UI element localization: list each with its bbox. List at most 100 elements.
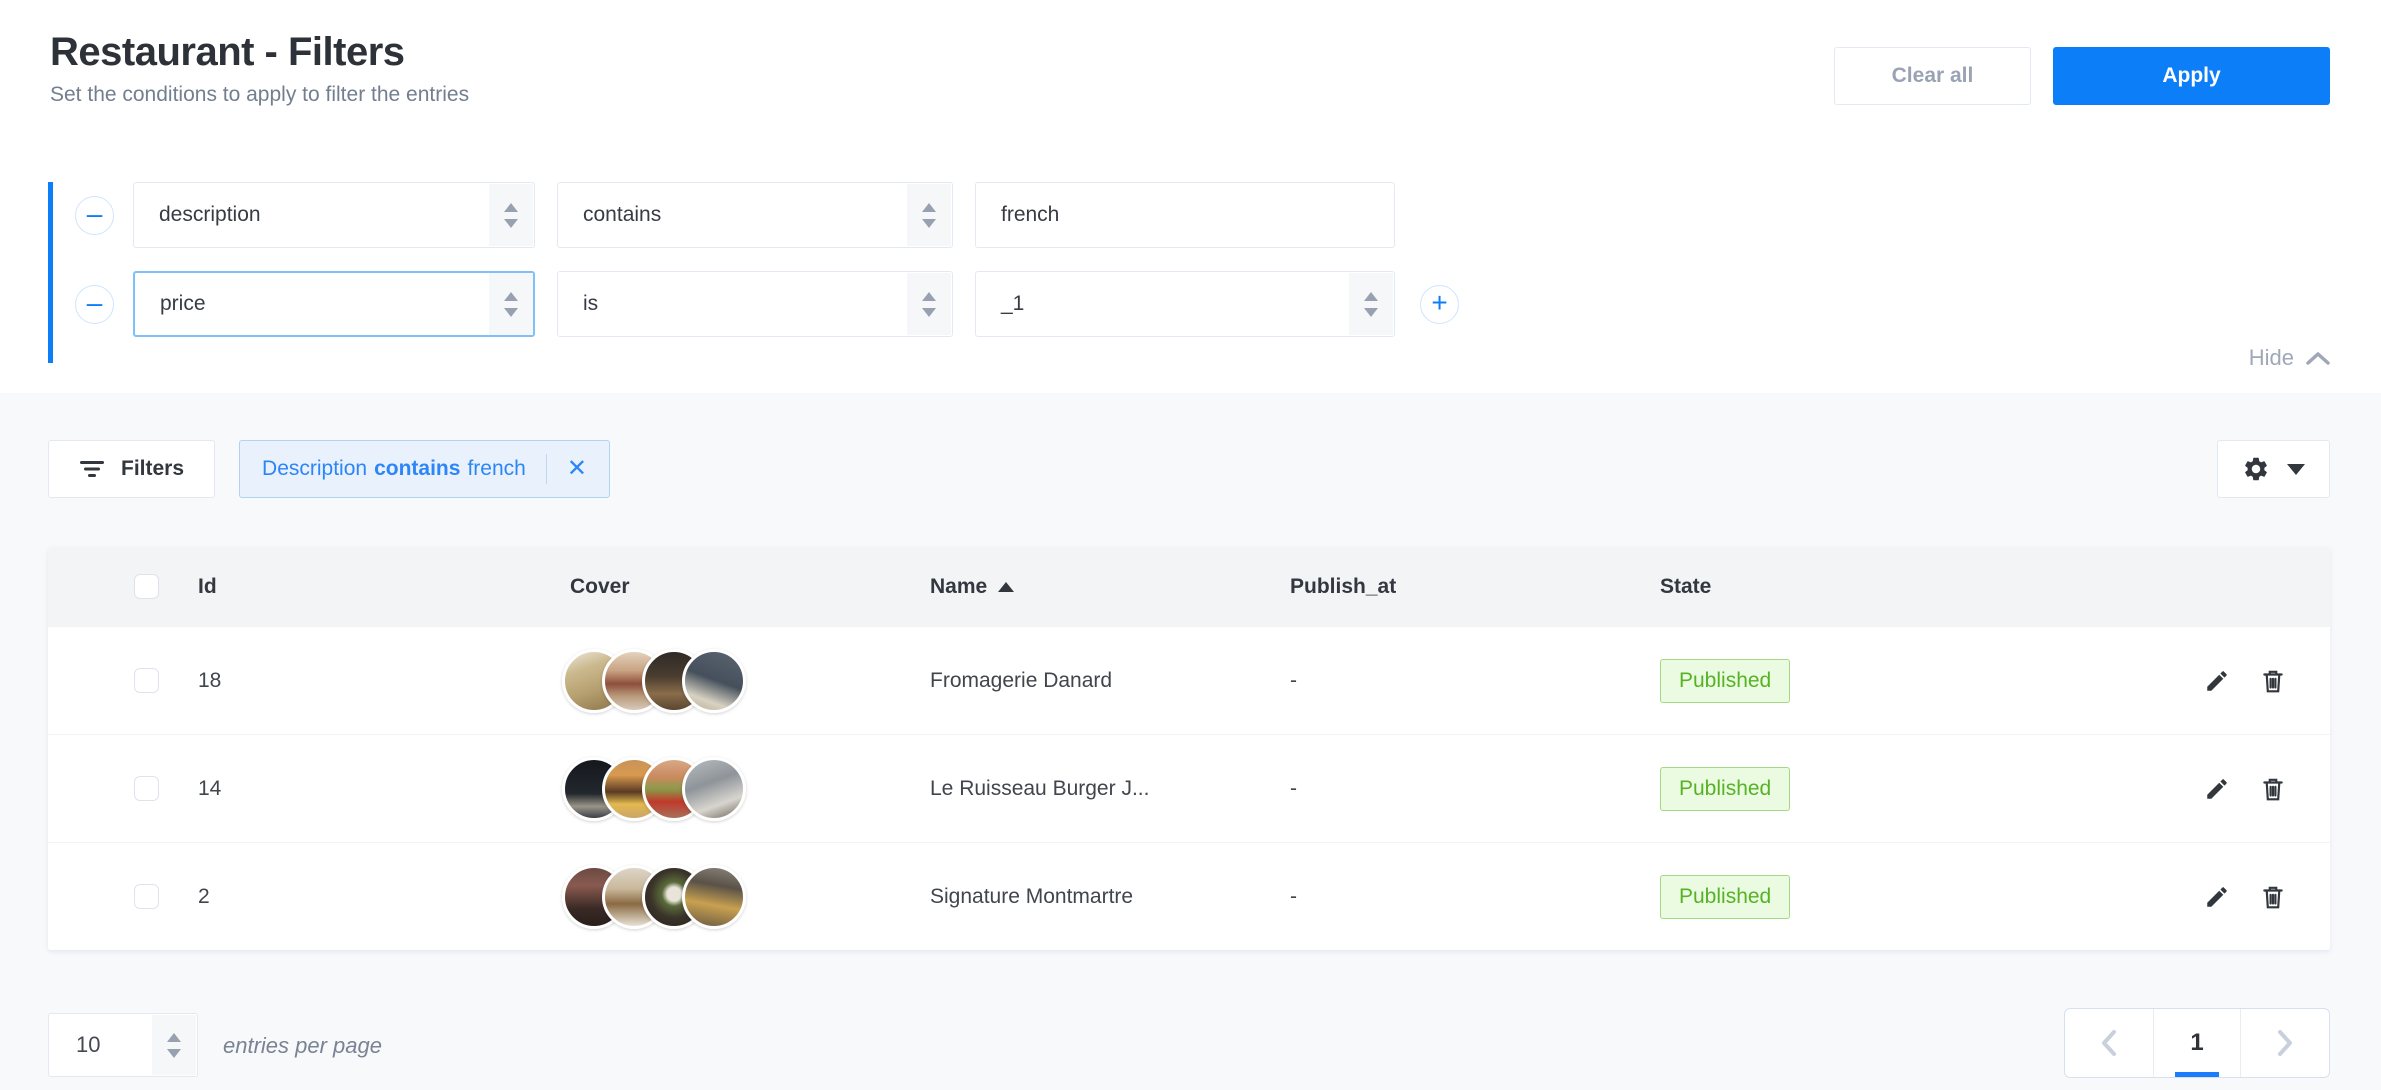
column-header-id[interactable]: Id <box>198 575 570 599</box>
hide-filters-link[interactable]: Hide <box>2249 345 2330 371</box>
next-page-button[interactable] <box>2276 1030 2294 1056</box>
chip-divider <box>546 454 547 484</box>
cover-images <box>562 757 930 821</box>
filter-row-2: – price is _1 + <box>75 271 1459 337</box>
select-stepper-icon <box>489 184 533 246</box>
filter-field-select[interactable]: description <box>133 182 535 248</box>
apply-button[interactable]: Apply <box>2053 47 2330 105</box>
filter-operator-value: contains <box>583 203 661 227</box>
row-checkbox[interactable] <box>134 884 159 909</box>
filter-value-input[interactable]: french <box>975 182 1395 248</box>
column-header-name[interactable]: Name <box>930 575 1290 599</box>
settings-dropdown-button[interactable] <box>2217 440 2330 498</box>
edit-button[interactable] <box>2204 668 2230 694</box>
cell-name: Le Ruisseau Burger J... <box>930 777 1290 801</box>
chevron-right-icon <box>2276 1030 2294 1056</box>
filters-button[interactable]: Filters <box>48 440 215 498</box>
filters-button-label: Filters <box>121 457 184 481</box>
filter-value-text: french <box>1001 203 1059 227</box>
select-stepper-icon <box>152 1015 196 1075</box>
table-row[interactable]: 18 Fromagerie Danard - Published <box>48 626 2330 734</box>
delete-button[interactable] <box>2260 776 2286 802</box>
cell-id: 18 <box>198 669 570 693</box>
entries-per-page-label: entries per page <box>223 1033 382 1059</box>
filter-value-text: _1 <box>1001 292 1024 316</box>
clear-all-button[interactable]: Clear all <box>1834 47 2031 105</box>
chip-close-icon[interactable]: ✕ <box>567 457 587 481</box>
row-checkbox[interactable] <box>134 668 159 693</box>
cover-images <box>562 649 930 713</box>
chevron-up-icon <box>2306 351 2330 366</box>
filter-operator-value: is <box>583 292 598 316</box>
filter-value-input[interactable]: _1 <box>975 271 1395 337</box>
filter-field-value: price <box>160 292 206 316</box>
column-header-publish-at[interactable]: Publish_at <box>1290 575 1660 599</box>
remove-filter-button[interactable]: – <box>75 196 114 235</box>
cell-id: 14 <box>198 777 570 801</box>
cover-image <box>682 757 746 821</box>
chip-value: french <box>467 457 525 481</box>
entries-per-page-value: 10 <box>76 1032 100 1058</box>
entries-per-page-select[interactable]: 10 <box>48 1013 198 1077</box>
plus-icon: + <box>1431 289 1447 317</box>
cell-publish-at: - <box>1290 669 1660 693</box>
select-stepper-icon <box>489 273 533 335</box>
pencil-icon <box>2204 776 2230 802</box>
column-header-state[interactable]: State <box>1660 575 2180 599</box>
page-title: Restaurant - Filters <box>50 30 469 75</box>
cover-image <box>682 649 746 713</box>
hide-label: Hide <box>2249 345 2294 371</box>
table-row[interactable]: 14 Le Ruisseau Burger J... - Published <box>48 734 2330 842</box>
filter-field-select[interactable]: price <box>133 271 535 337</box>
filter-field-value: description <box>159 203 261 227</box>
status-badge: Published <box>1660 875 1790 919</box>
page-number-button[interactable]: 1 <box>2153 1009 2241 1077</box>
select-all-checkbox[interactable] <box>134 574 159 599</box>
status-badge: Published <box>1660 659 1790 703</box>
minus-icon: – <box>87 200 103 228</box>
delete-button[interactable] <box>2260 884 2286 910</box>
chip-field: Description <box>262 457 367 481</box>
filter-accent-bar <box>48 182 53 363</box>
filter-operator-select[interactable]: is <box>557 271 953 337</box>
sort-asc-icon <box>998 582 1014 592</box>
column-header-cover[interactable]: Cover <box>570 575 930 599</box>
filter-icon <box>79 459 105 479</box>
filter-operator-select[interactable]: contains <box>557 182 953 248</box>
remove-filter-button[interactable]: – <box>75 285 114 324</box>
trash-icon <box>2260 776 2286 802</box>
pagination: 1 <box>2064 1008 2330 1078</box>
entries-table: Id Cover Name Publish_at State 18 Fromag… <box>48 547 2330 950</box>
trash-icon <box>2260 884 2286 910</box>
chip-operator: contains <box>374 457 460 481</box>
delete-button[interactable] <box>2260 668 2286 694</box>
edit-button[interactable] <box>2204 776 2230 802</box>
header-actions: Clear all Apply <box>1834 47 2330 105</box>
row-checkbox[interactable] <box>134 776 159 801</box>
filter-row-1: – description contains french <box>75 182 1459 248</box>
cover-image <box>682 865 746 929</box>
active-filter-chip: Description contains french ✕ <box>239 440 610 498</box>
pencil-icon <box>2204 668 2230 694</box>
trash-icon <box>2260 668 2286 694</box>
page-subtitle: Set the conditions to apply to filter th… <box>50 83 469 107</box>
cell-name: Fromagerie Danard <box>930 669 1290 693</box>
list-toolbar: Filters Description contains french ✕ <box>48 440 2330 498</box>
table-header-row: Id Cover Name Publish_at State <box>48 547 2330 626</box>
previous-page-button[interactable] <box>2100 1030 2118 1056</box>
add-filter-button[interactable]: + <box>1420 285 1459 324</box>
caret-down-icon <box>2287 464 2305 475</box>
cell-name: Signature Montmartre <box>930 885 1290 909</box>
chevron-left-icon <box>2100 1030 2118 1056</box>
select-stepper-icon <box>907 273 951 335</box>
edit-button[interactable] <box>2204 884 2230 910</box>
minus-icon: – <box>87 289 103 317</box>
status-badge: Published <box>1660 767 1790 811</box>
gear-icon <box>2242 455 2270 483</box>
cell-id: 2 <box>198 885 570 909</box>
table-row[interactable]: 2 Signature Montmartre - Published <box>48 842 2330 950</box>
select-stepper-icon <box>907 184 951 246</box>
cover-images <box>562 865 930 929</box>
page-header: Restaurant - Filters Set the conditions … <box>50 30 469 107</box>
cell-publish-at: - <box>1290 885 1660 909</box>
